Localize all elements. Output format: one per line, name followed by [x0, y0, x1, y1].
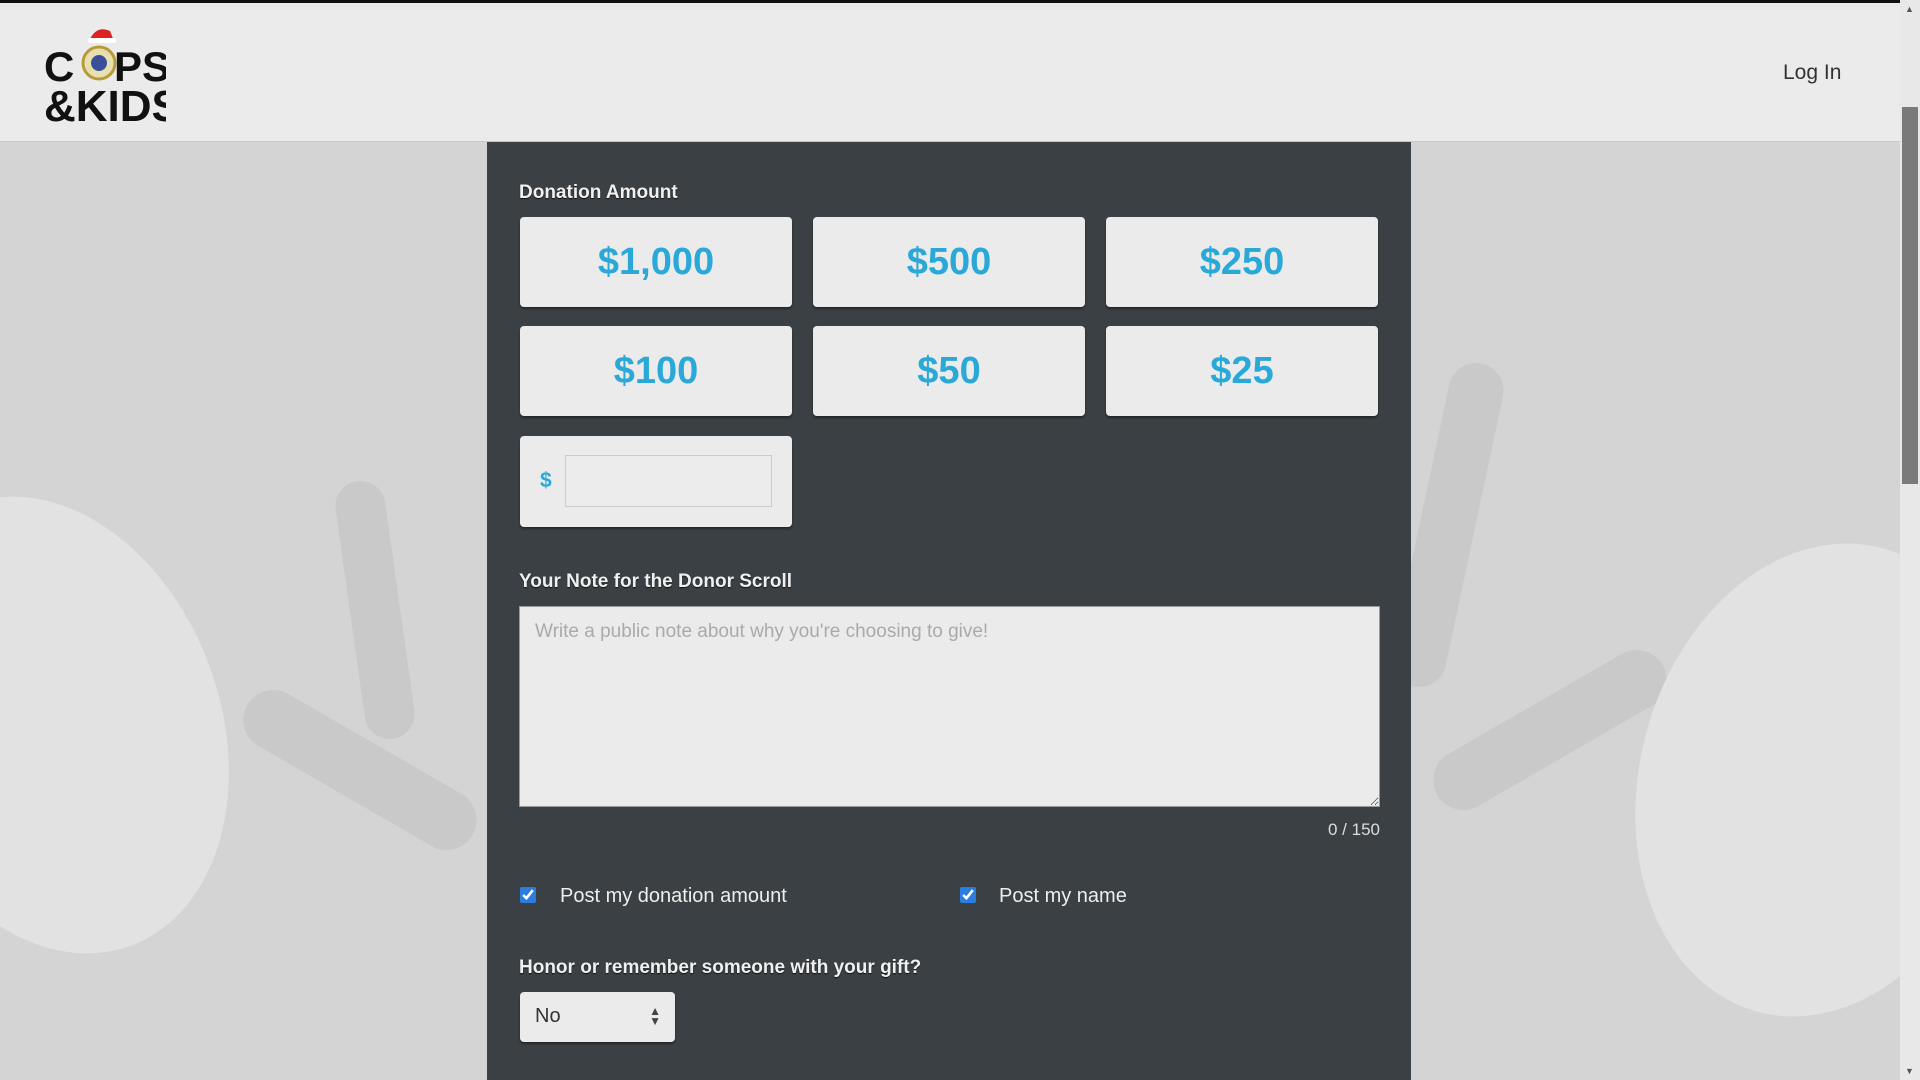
site-header: C PS &KIDS Log In	[0, 3, 1900, 142]
custom-amount-input[interactable]	[565, 455, 772, 507]
post-name-checkbox[interactable]	[960, 887, 976, 903]
amount-button-250[interactable]: $250	[1106, 217, 1378, 307]
page-scrollbar[interactable]: ▲ ▼	[1900, 0, 1920, 1080]
custom-amount-box: $	[520, 436, 792, 527]
note-label: Your Note for the Donor Scroll	[519, 571, 793, 592]
amount-button-50[interactable]: $50	[813, 326, 1085, 416]
amount-button-100[interactable]: $100	[520, 326, 792, 416]
note-character-counter: 0 / 150	[1328, 820, 1380, 839]
honor-select-value: No	[535, 1005, 561, 1027]
amount-button-500[interactable]: $500	[813, 217, 1085, 307]
svg-text:&KIDS: &KIDS	[44, 82, 166, 125]
login-link[interactable]: Log In	[1783, 61, 1841, 85]
scroll-up-arrow-icon[interactable]: ▲	[1905, 4, 1914, 14]
donor-note-textarea[interactable]	[519, 606, 1380, 807]
donation-amount-label: Donation Amount	[519, 182, 678, 203]
honor-select[interactable]: No ▲ ▼	[520, 992, 675, 1042]
cops-and-kids-logo[interactable]: C PS &KIDS	[42, 25, 166, 125]
scroll-down-arrow-icon[interactable]: ▼	[1905, 1066, 1914, 1076]
scrollbar-thumb[interactable]	[1902, 107, 1918, 484]
amount-button-25[interactable]: $25	[1106, 326, 1378, 416]
post-donation-amount-label[interactable]: Post my donation amount	[560, 885, 787, 908]
post-name-label[interactable]: Post my name	[999, 885, 1127, 908]
post-donation-amount-checkbox[interactable]	[520, 887, 536, 903]
select-arrows-icon: ▲ ▼	[649, 1004, 661, 1028]
donation-form-panel: Donation Amount $1,000 $500 $250 $100 $5…	[487, 142, 1411, 1080]
amount-button-1000[interactable]: $1,000	[520, 217, 792, 307]
currency-symbol: $	[540, 469, 552, 492]
honor-label: Honor or remember someone with your gift…	[519, 957, 922, 978]
